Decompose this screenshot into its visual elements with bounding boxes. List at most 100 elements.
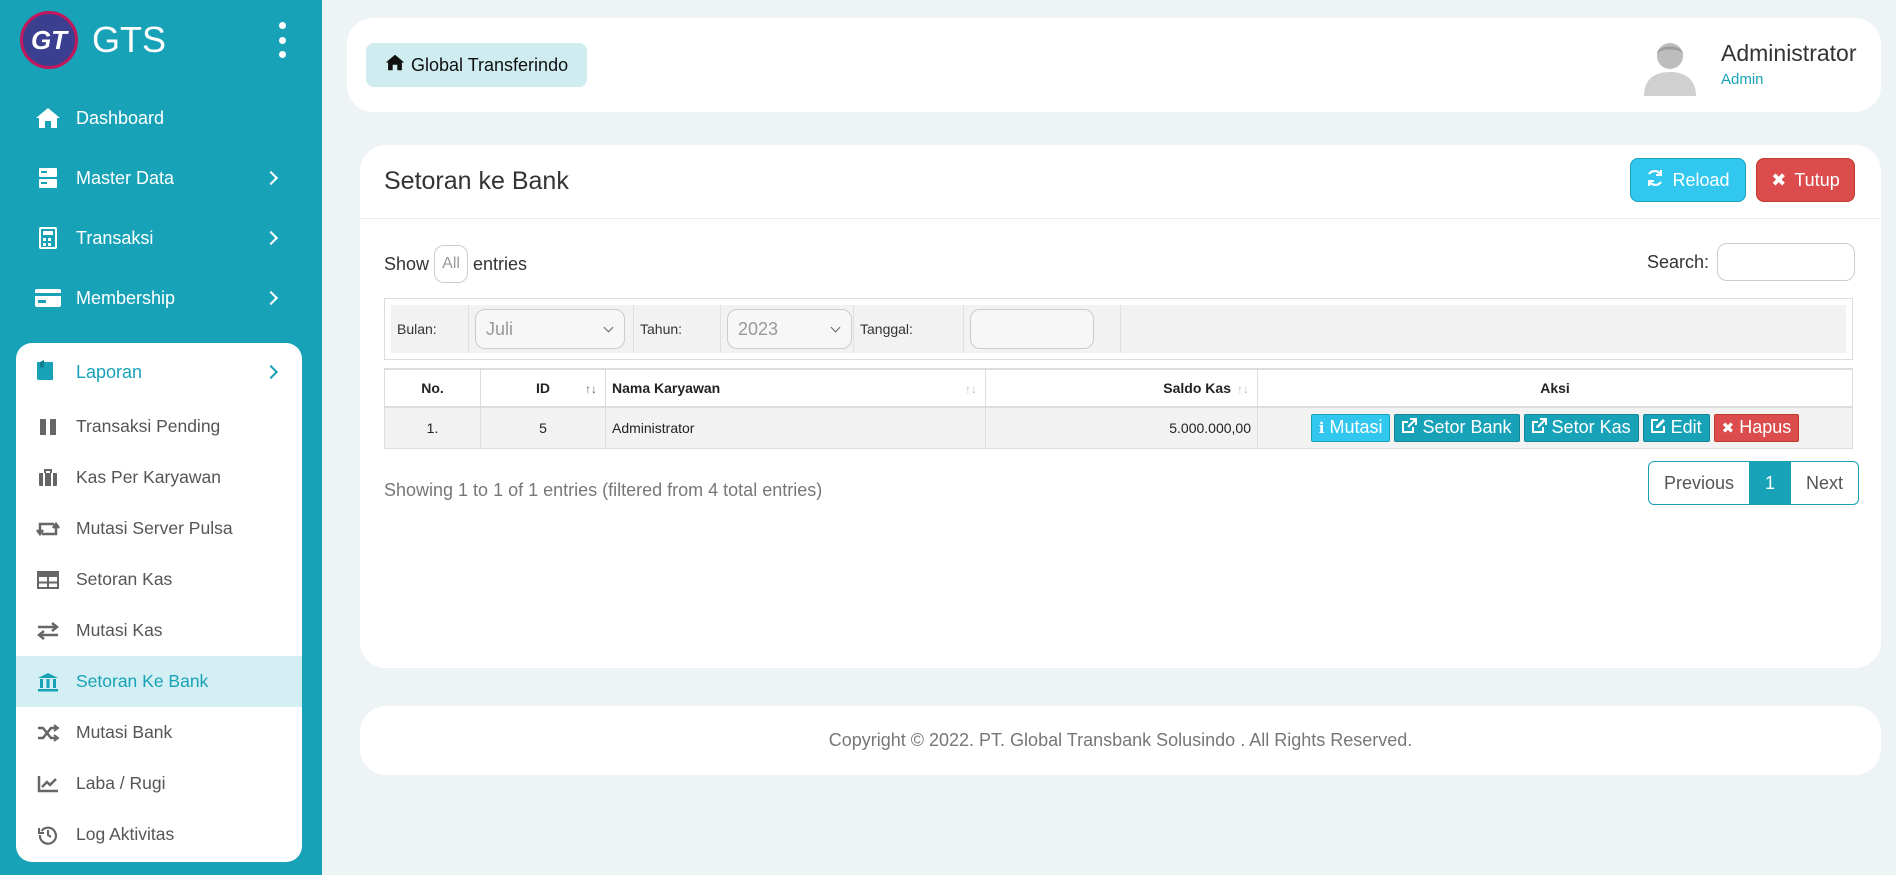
sidebar-item-mutasi-kas[interactable]: Mutasi Kas — [16, 605, 302, 656]
col-no: No. — [384, 368, 481, 408]
cell-saldo: 5.000.000,00 — [985, 406, 1258, 449]
hapus-button[interactable]: ✖ Hapus — [1713, 413, 1800, 442]
sidebar-item-label: Transaksi Pending — [76, 416, 221, 436]
page-1-button[interactable]: 1 — [1749, 462, 1791, 504]
mutasi-button[interactable]: ℹ Mutasi — [1310, 413, 1391, 442]
previous-button[interactable]: Previous — [1649, 462, 1749, 504]
col-nama-label: Nama Karyawan — [612, 380, 721, 396]
sidebar-item-label: Mutasi Kas — [76, 620, 163, 640]
close-icon: ✖ — [1771, 169, 1787, 190]
search-label: Search: — [1646, 251, 1709, 272]
bulan-cell: Juli — [469, 305, 634, 353]
sidebar-item-label: Dashboard — [76, 107, 165, 128]
col-nama[interactable]: Nama Karyawan ↑↓ — [605, 368, 986, 408]
sidebar-item-transaksi[interactable]: Transaksi — [16, 208, 302, 268]
cell-aksi: ℹ Mutasi Setor Bank Setor Kas Edit ✖ Hap… — [1257, 406, 1853, 449]
hapus-label: Hapus — [1739, 417, 1792, 438]
breadcrumb[interactable]: Global Transferindo — [366, 43, 588, 87]
sort-icon: ↑↓ — [1237, 382, 1249, 396]
tanggal-cell — [964, 305, 1121, 353]
reload-button[interactable]: Reload — [1630, 158, 1746, 202]
sidebar-item-transaksi-pending[interactable]: Transaksi Pending — [16, 401, 302, 452]
setor-bank-button[interactable]: Setor Bank — [1394, 413, 1520, 442]
sidebar-item-label: Setoran Kas — [76, 569, 173, 589]
brand[interactable]: GT GTS — [20, 11, 290, 69]
sidebar-item-membership[interactable]: Membership — [16, 268, 302, 328]
chevron-down-icon — [830, 322, 841, 333]
tahun-cell: 2023 — [721, 305, 854, 353]
shuffle-icon — [34, 722, 62, 744]
setoran-table: No. ID ↑↓ Nama Karyawan ↑↓ Saldo Kas ↑↓ … — [384, 368, 1853, 449]
table-info: Showing 1 to 1 of 1 entries (filtered fr… — [384, 480, 823, 500]
sidebar-item-kas-per-karyawan[interactable]: Kas Per Karyawan — [16, 452, 302, 503]
mutasi-label: Mutasi — [1329, 417, 1383, 438]
entries-select[interactable]: All — [434, 245, 469, 283]
user-name: Administrator — [1721, 40, 1857, 66]
col-id[interactable]: ID ↑↓ — [480, 368, 606, 408]
page-title: Setoran ke Bank — [384, 167, 569, 195]
edit-button[interactable]: Edit — [1642, 413, 1710, 442]
bulan-select[interactable]: Juli — [475, 309, 625, 349]
filter-spacer — [1121, 305, 1846, 353]
sidebar-item-master-data[interactable]: Master Data — [16, 148, 302, 208]
tanggal-input[interactable] — [970, 309, 1094, 349]
bank-icon — [34, 671, 62, 693]
sidebar-item-setoran-kas[interactable]: Setoran Kas — [16, 554, 302, 605]
brand-name: GTS — [92, 19, 167, 60]
sidebar-item-setoran-ke-bank[interactable]: Setoran Ke Bank — [16, 656, 302, 707]
credit-card-icon — [34, 286, 62, 310]
search-control: Search: — [1647, 243, 1855, 281]
search-input[interactable] — [1717, 243, 1855, 281]
next-button[interactable]: Next — [1790, 462, 1858, 504]
kebab-menu-icon[interactable] — [274, 22, 290, 58]
filter-bar: Bulan: Juli Tahun: 2023 Tanggal: — [384, 298, 1853, 360]
history-icon — [34, 824, 62, 846]
bulan-value: Juli — [486, 318, 514, 339]
line-chart-icon — [34, 773, 62, 795]
sidebar-item-label: Laba / Rugi — [76, 773, 166, 793]
exchange-icon — [34, 620, 62, 642]
cell-id: 5 — [480, 406, 606, 449]
sidebar-item-label: Log Aktivitas — [76, 824, 175, 844]
logo: GT — [20, 11, 78, 69]
table-row: 1. 5 Administrator 5.000.000,00 ℹ Mutasi — [384, 406, 1853, 449]
sidebar-item-laba-rugi[interactable]: Laba / Rugi — [16, 758, 302, 809]
table-header-row: No. ID ↑↓ Nama Karyawan ↑↓ Saldo Kas ↑↓ … — [384, 368, 1853, 408]
avatar[interactable] — [1642, 36, 1698, 96]
entries-label: entries — [473, 253, 528, 274]
tahun-value: 2023 — [738, 318, 779, 339]
close-button[interactable]: ✖ Tutup — [1756, 158, 1855, 202]
close-icon: ✖ — [1721, 419, 1735, 437]
sidebar-item-mutasi-bank[interactable]: Mutasi Bank — [16, 707, 302, 758]
laporan-panel: Laporan Transaksi Pending Kas Per Karyaw… — [16, 343, 302, 862]
top-header: Global Transferindo Administrator Admin — [347, 18, 1881, 112]
sidebar-item-label: Transaksi — [76, 227, 154, 248]
server-icon — [34, 166, 62, 190]
col-saldo[interactable]: Saldo Kas ↑↓ — [985, 368, 1258, 408]
sidebar-item-mutasi-server-pulsa[interactable]: Mutasi Server Pulsa — [16, 503, 302, 554]
table-icon — [34, 569, 62, 591]
setoran-card: Setoran ke Bank Reload ✖ Tutup Show All … — [360, 145, 1881, 668]
sidebar-nav: Dashboard Master Data Transaksi Membersh… — [16, 88, 302, 328]
chevron-right-icon — [263, 364, 279, 380]
tahun-select[interactable]: 2023 — [727, 309, 852, 349]
setor-kas-button[interactable]: Setor Kas — [1523, 413, 1639, 442]
chevron-right-icon — [263, 170, 279, 186]
footer-text: Copyright © 2022. PT. Global Transbank S… — [828, 730, 1413, 750]
external-link-icon — [1531, 418, 1547, 437]
refresh-icon — [1646, 169, 1664, 192]
tanggal-label: Tanggal: — [854, 305, 964, 353]
sidebar-item-label: Laporan — [76, 361, 143, 382]
sidebar-item-label: Kas Per Karyawan — [76, 467, 221, 487]
sidebar-item-dashboard[interactable]: Dashboard — [16, 88, 302, 148]
footer: Copyright © 2022. PT. Global Transbank S… — [360, 706, 1881, 775]
sort-icon: ↑↓ — [965, 382, 977, 396]
sidebar-item-log-aktivitas[interactable]: Log Aktivitas — [16, 809, 302, 860]
sort-icon: ↑↓ — [585, 382, 597, 396]
home-icon — [385, 54, 405, 76]
sidebar-item-label: Membership — [76, 287, 176, 308]
sidebar-item-laporan[interactable]: Laporan — [16, 343, 302, 401]
setor-kas-label: Setor Kas — [1551, 417, 1631, 438]
pause-icon — [34, 416, 62, 438]
cell-nama: Administrator — [605, 406, 986, 449]
